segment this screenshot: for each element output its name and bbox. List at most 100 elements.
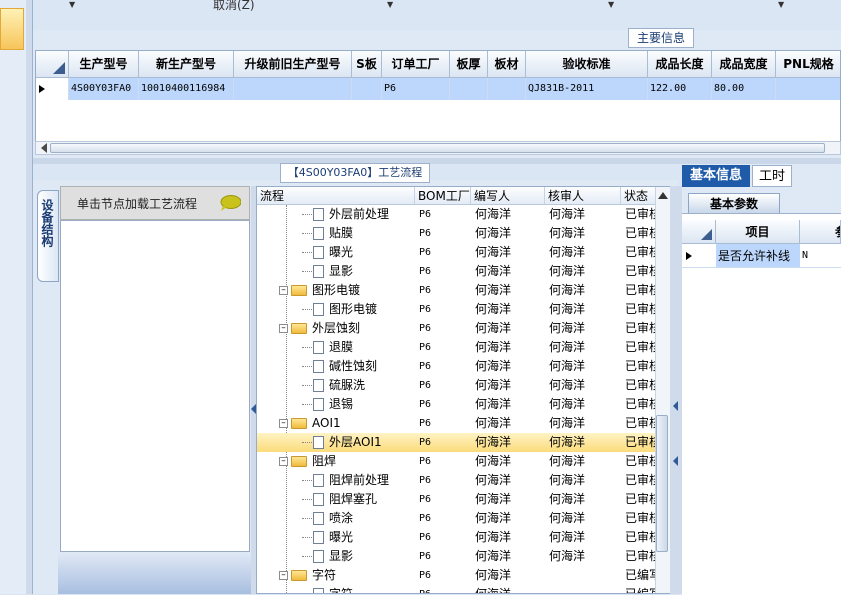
status-cell[interactable]: 已审核 — [625, 262, 657, 281]
author-cell[interactable]: 何海洋 — [475, 357, 545, 376]
author-cell[interactable]: 何海洋 — [475, 509, 545, 528]
reviewer-cell[interactable]: 何海洋 — [549, 528, 621, 547]
column-header[interactable]: 核审人 — [545, 187, 621, 205]
author-cell[interactable]: 何海洋 — [475, 262, 545, 281]
column-header[interactable]: 成品宽度 — [712, 51, 776, 78]
status-cell[interactable]: 已审核 — [625, 471, 657, 490]
row-indicator[interactable] — [682, 244, 716, 268]
tree-row[interactable]: 外层前处理P6何海洋何海洋已审核 — [257, 205, 657, 224]
column-header[interactable]: 板材 — [488, 51, 526, 78]
reviewer-cell[interactable]: 何海洋 — [549, 243, 621, 262]
status-cell[interactable]: 已审核 — [625, 224, 657, 243]
table-cell[interactable] — [234, 78, 352, 100]
bom-factory-cell[interactable]: P6 — [419, 452, 474, 471]
table-cell[interactable]: 是否允许补线 — [716, 244, 800, 268]
column-header[interactable]: 验收标准 — [526, 51, 648, 78]
tree-node[interactable]: – 字符 — [257, 566, 437, 585]
bom-factory-cell[interactable]: P6 — [419, 357, 474, 376]
status-cell[interactable]: 已审核 — [625, 357, 657, 376]
reviewer-cell[interactable]: 何海洋 — [549, 509, 621, 528]
reviewer-cell[interactable]: 何海洋 — [549, 414, 621, 433]
column-header[interactable]: 流程 — [257, 187, 415, 205]
author-cell[interactable]: 何海洋 — [475, 547, 545, 566]
author-cell[interactable]: 何海洋 — [475, 338, 545, 357]
reviewer-cell[interactable]: 何海洋 — [549, 224, 621, 243]
author-cell[interactable]: 何海洋 — [475, 490, 545, 509]
collapse-node-icon[interactable]: – — [279, 457, 288, 466]
tree-row[interactable]: 阻焊塞孔P6何海洋何海洋已审核 — [257, 490, 657, 509]
bom-factory-cell[interactable]: P6 — [419, 395, 474, 414]
collapse-node-icon[interactable]: – — [279, 571, 288, 580]
bom-factory-cell[interactable]: P6 — [419, 547, 474, 566]
horizontal-scrollbar[interactable] — [35, 141, 841, 155]
column-header[interactable]: 订单工厂 — [382, 51, 450, 78]
scroll-thumb[interactable] — [656, 415, 668, 552]
subtab-basic-params[interactable]: 基本参数 — [688, 193, 780, 213]
author-cell[interactable]: 何海洋 — [475, 224, 545, 243]
author-cell[interactable]: 何海洋 — [475, 300, 545, 319]
collapse-node-icon[interactable]: – — [279, 324, 288, 333]
column-header[interactable]: 成品长度 — [648, 51, 712, 78]
reviewer-cell[interactable]: 何海洋 — [549, 471, 621, 490]
tree-row[interactable]: 曝光P6何海洋何海洋已审核 — [257, 243, 657, 262]
author-cell[interactable]: 何海洋 — [475, 414, 545, 433]
status-cell[interactable]: 已编写 — [625, 566, 657, 585]
collapse-node-icon[interactable]: – — [279, 286, 288, 295]
bom-factory-cell[interactable]: P6 — [419, 262, 474, 281]
column-header[interactable]: PNL规格 — [776, 51, 840, 78]
tree-node[interactable]: – AOI1 — [257, 414, 437, 433]
bom-factory-cell[interactable]: P6 — [419, 300, 474, 319]
status-cell[interactable]: 已审核 — [625, 205, 657, 224]
cancel-button[interactable]: 取消(Z) — [213, 0, 255, 13]
scroll-thumb[interactable] — [50, 143, 825, 153]
bom-factory-cell[interactable]: P6 — [419, 566, 474, 585]
reviewer-cell[interactable]: 何海洋 — [549, 338, 621, 357]
bom-factory-cell[interactable]: P6 — [419, 471, 474, 490]
author-cell[interactable]: 何海洋 — [475, 281, 545, 300]
tree-row[interactable]: – 字符 P6何海洋 已编写 — [257, 566, 657, 585]
column-header[interactable]: 项目 — [716, 220, 800, 244]
column-header[interactable]: 状态 — [621, 187, 657, 205]
dropdown-arrow-icon[interactable]: ▼ — [608, 0, 614, 9]
table-cell[interactable]: 4S00Y03FA0 — [69, 78, 139, 100]
bom-factory-cell[interactable]: P6 — [419, 585, 474, 593]
status-cell[interactable]: 已审核 — [625, 547, 657, 566]
bom-factory-cell[interactable]: P6 — [419, 205, 474, 224]
side-tab-equipment[interactable]: 设备结构 — [37, 190, 59, 282]
column-header[interactable]: 板厚 — [450, 51, 488, 78]
column-header[interactable]: 新生产型号 — [139, 51, 234, 78]
reviewer-cell[interactable]: 何海洋 — [549, 205, 621, 224]
tree-row[interactable]: 喷涂P6何海洋何海洋已审核 — [257, 509, 657, 528]
reviewer-cell[interactable]: 何海洋 — [549, 376, 621, 395]
tree-node[interactable]: – 外层蚀刻 — [257, 319, 437, 338]
bom-factory-cell[interactable]: P6 — [419, 528, 474, 547]
bom-factory-cell[interactable]: P6 — [419, 433, 474, 452]
bom-factory-cell[interactable]: P6 — [419, 281, 474, 300]
vertical-splitter[interactable] — [670, 186, 682, 594]
tree-row[interactable]: 碱性蚀刻P6何海洋何海洋已审核 — [257, 357, 657, 376]
collapse-node-icon[interactable]: – — [279, 419, 288, 428]
table-cell[interactable]: 122.00 — [648, 78, 712, 100]
column-header[interactable]: 升级前旧生产型号 — [234, 51, 352, 78]
table-cell[interactable]: 80.00 — [712, 78, 776, 100]
bom-factory-cell[interactable]: P6 — [419, 243, 474, 262]
author-cell[interactable]: 何海洋 — [475, 319, 545, 338]
reviewer-cell[interactable]: 何海洋 — [549, 357, 621, 376]
left-splitter[interactable] — [26, 0, 33, 594]
status-cell[interactable]: 已审核 — [625, 376, 657, 395]
tree-row[interactable]: 阻焊前处理P6何海洋何海洋已审核 — [257, 471, 657, 490]
status-cell[interactable]: 已审核 — [625, 338, 657, 357]
author-cell[interactable]: 何海洋 — [475, 395, 545, 414]
bom-factory-cell[interactable]: P6 — [419, 224, 474, 243]
table-cell[interactable] — [352, 78, 382, 100]
table-cell[interactable]: P6 — [382, 78, 450, 100]
column-header[interactable]: 生产型号 — [69, 51, 139, 78]
reviewer-cell[interactable]: 何海洋 — [549, 452, 621, 471]
author-cell[interactable]: 何海洋 — [475, 243, 545, 262]
bom-factory-cell[interactable]: P6 — [419, 509, 474, 528]
tree-row[interactable]: 显影P6何海洋何海洋已审核 — [257, 262, 657, 281]
status-cell[interactable]: 已编写 — [625, 585, 657, 593]
status-cell[interactable]: 已审核 — [625, 433, 657, 452]
dropdown-arrow-icon[interactable]: ▼ — [778, 0, 784, 9]
table-cell[interactable] — [450, 78, 488, 100]
